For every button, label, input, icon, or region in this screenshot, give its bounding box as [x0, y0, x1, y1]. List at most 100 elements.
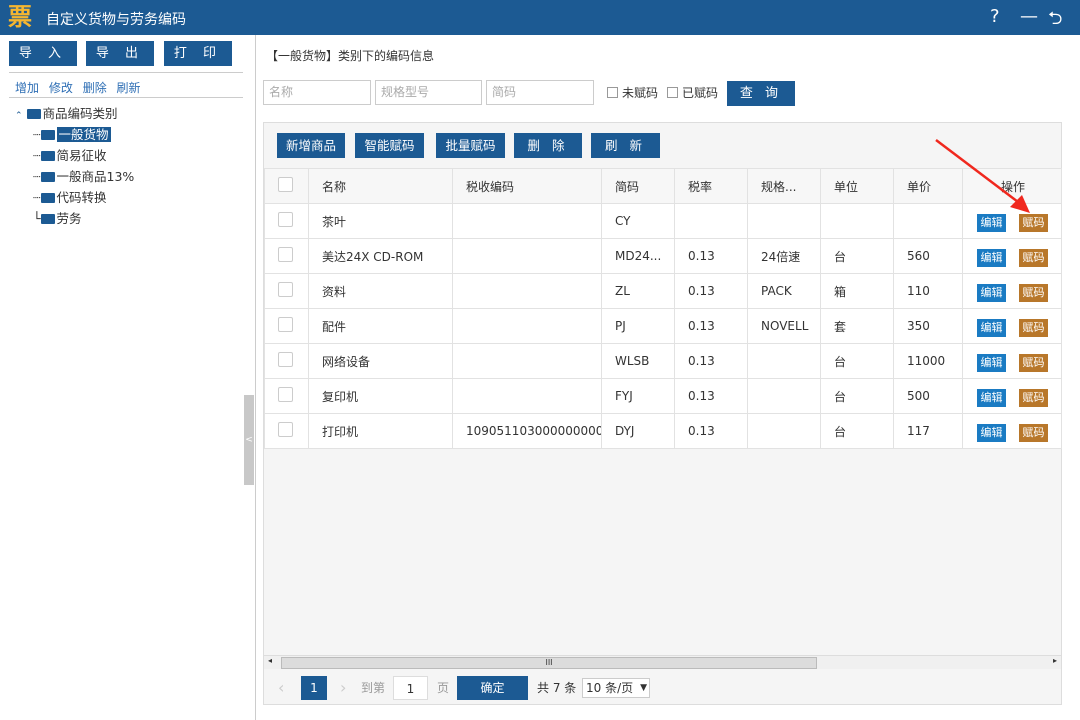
- name-search-input[interactable]: 名称: [263, 80, 371, 105]
- table-row[interactable]: 配件PJ0.13NOVELL套350编辑赋码: [265, 309, 1062, 344]
- row-checkbox[interactable]: [278, 317, 293, 332]
- tree-item-services[interactable]: └劳务: [33, 210, 82, 228]
- print-button[interactable]: 打 印: [164, 41, 232, 66]
- cell-short-code: WLSB: [602, 344, 675, 379]
- edit-button[interactable]: 编辑: [977, 249, 1006, 267]
- col-spec[interactable]: 规格...: [748, 169, 821, 204]
- divider: [9, 72, 243, 73]
- cell-tax-rate: 0.13: [675, 344, 748, 379]
- row-checkbox[interactable]: [278, 352, 293, 367]
- import-button[interactable]: 导 入: [9, 41, 77, 66]
- tree-item-general-goods[interactable]: ┈一般货物: [33, 126, 111, 144]
- prev-page-button[interactable]: ‹: [278, 676, 284, 700]
- col-tax-code[interactable]: 税收编码: [453, 169, 602, 204]
- checkbox-icon[interactable]: [607, 87, 618, 98]
- assign-code-button[interactable]: 赋码: [1019, 319, 1048, 337]
- cell-name: 资料: [309, 274, 453, 309]
- folder-icon: [27, 109, 41, 119]
- tree-item-code-convert[interactable]: ┈代码转换: [33, 189, 107, 207]
- table-row[interactable]: 打印机1090511030000000000DYJ0.13台117编辑赋码: [265, 414, 1062, 449]
- table-row[interactable]: 网络设备WLSB0.13台11000编辑赋码: [265, 344, 1062, 379]
- folder-icon: [41, 214, 55, 224]
- cell-price: 560: [894, 239, 963, 274]
- unassigned-checkbox[interactable]: 未赋码: [607, 84, 658, 101]
- table-row[interactable]: 资料ZL0.13PACK箱110编辑赋码: [265, 274, 1062, 309]
- tree-root[interactable]: ⌃ 商品编码类别: [15, 105, 118, 123]
- goto-page-input[interactable]: 1: [393, 676, 428, 700]
- smart-assign-button[interactable]: 智能赋码: [355, 133, 424, 158]
- cell-tax-code: 1090511030000000000: [453, 414, 602, 449]
- scroll-right-icon[interactable]: ▸: [1053, 656, 1057, 665]
- assign-code-button[interactable]: 赋码: [1019, 354, 1048, 372]
- cell-tax-code: [453, 344, 602, 379]
- row-checkbox[interactable]: [278, 212, 293, 227]
- refresh-link[interactable]: 刷新: [117, 81, 141, 95]
- cell-price: 350: [894, 309, 963, 344]
- query-button[interactable]: 查 询: [727, 81, 795, 106]
- scroll-left-icon[interactable]: ◂: [268, 656, 272, 665]
- assign-code-button[interactable]: 赋码: [1019, 284, 1048, 302]
- edit-button[interactable]: 编辑: [977, 354, 1006, 372]
- help-button[interactable]: ?: [990, 6, 1000, 27]
- table-row[interactable]: 复印机FYJ0.13台500编辑赋码: [265, 379, 1062, 414]
- col-short-code[interactable]: 简码: [602, 169, 675, 204]
- delete-button[interactable]: 删 除: [514, 133, 582, 158]
- cell-tax-code: [453, 204, 602, 239]
- checkbox-icon[interactable]: [667, 87, 678, 98]
- cell-name: 打印机: [309, 414, 453, 449]
- cell-spec: [748, 414, 821, 449]
- cell-unit: 箱: [821, 274, 894, 309]
- edit-button[interactable]: 编辑: [977, 389, 1006, 407]
- assign-code-button[interactable]: 赋码: [1019, 389, 1048, 407]
- add-goods-button[interactable]: 新增商品: [277, 133, 345, 158]
- folder-icon: [41, 193, 55, 203]
- row-checkbox[interactable]: [278, 247, 293, 262]
- page-size-select[interactable]: 10 条/页▼: [582, 678, 650, 698]
- breadcrumb: 【一般货物】类别下的编码信息: [266, 47, 434, 64]
- horizontal-scrollbar[interactable]: ◂ III ▸: [264, 655, 1061, 669]
- spec-search-input[interactable]: 规格型号: [375, 80, 482, 105]
- edit-button[interactable]: 编辑: [977, 319, 1006, 337]
- batch-assign-button[interactable]: 批量赋码: [436, 133, 505, 158]
- delete-link[interactable]: 删除: [83, 81, 107, 95]
- app-logo: 票: [8, 4, 35, 31]
- total-count: 共 7 条: [537, 676, 576, 700]
- refresh-button[interactable]: 刷 新: [591, 133, 660, 158]
- cell-unit: 套: [821, 309, 894, 344]
- col-name[interactable]: 名称: [309, 169, 453, 204]
- cell-tax-rate: [675, 204, 748, 239]
- cell-spec: 24倍速: [748, 239, 821, 274]
- back-button[interactable]: ⮌: [1048, 6, 1062, 36]
- current-page-button[interactable]: 1: [301, 676, 327, 700]
- tree-item-general-13[interactable]: ┈一般商品13%: [33, 168, 134, 186]
- add-link[interactable]: 增加: [15, 81, 39, 95]
- edit-button[interactable]: 编辑: [977, 424, 1006, 442]
- row-checkbox[interactable]: [278, 422, 293, 437]
- table-row[interactable]: 美达24X CD-ROMMD24...0.1324倍速台560编辑赋码: [265, 239, 1062, 274]
- edit-button[interactable]: 编辑: [977, 284, 1006, 302]
- assign-code-button[interactable]: 赋码: [1019, 249, 1048, 267]
- cell-unit: [821, 204, 894, 239]
- select-all-checkbox[interactable]: [278, 177, 293, 192]
- code-search-input[interactable]: 简码: [486, 80, 594, 105]
- assigned-checkbox[interactable]: 已赋码: [667, 84, 718, 101]
- category-panel: 导 入 导 出 打 印 增加 修改 删除 刷新 ⌃ 商品编码类别 ┈一般货物 ┈…: [0, 35, 256, 720]
- chevron-down-icon[interactable]: ▼: [640, 679, 647, 697]
- cell-short-code: FYJ: [602, 379, 675, 414]
- row-checkbox[interactable]: [278, 387, 293, 402]
- goto-confirm-button[interactable]: 确定: [457, 676, 528, 700]
- cell-tax-rate: 0.13: [675, 309, 748, 344]
- assign-code-button[interactable]: 赋码: [1019, 424, 1048, 442]
- export-button[interactable]: 导 出: [86, 41, 154, 66]
- next-page-button[interactable]: ›: [340, 676, 346, 700]
- modify-link[interactable]: 修改: [49, 81, 73, 95]
- tree-item-simple-levy[interactable]: ┈简易征收: [33, 147, 107, 165]
- minimize-button[interactable]: —: [1020, 6, 1038, 27]
- collapse-icon[interactable]: ⌃: [15, 111, 23, 121]
- col-tax-rate[interactable]: 税率: [675, 169, 748, 204]
- collapse-panel-handle[interactable]: <: [244, 395, 254, 485]
- row-checkbox[interactable]: [278, 282, 293, 297]
- scrollbar-thumb[interactable]: III: [281, 657, 817, 669]
- cell-tax-rate: 0.13: [675, 239, 748, 274]
- col-unit[interactable]: 单位: [821, 169, 894, 204]
